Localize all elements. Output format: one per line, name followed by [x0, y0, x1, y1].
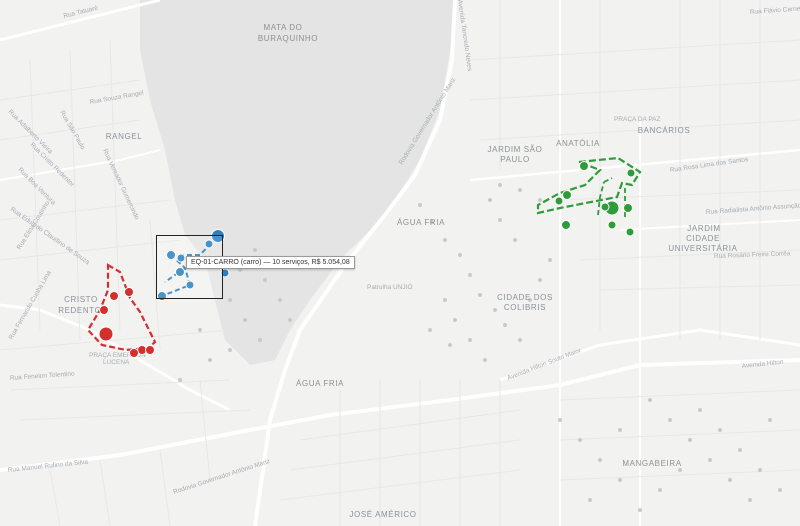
label-colibris: COLIBRIS: [504, 303, 546, 312]
green-stop[interactable]: [623, 203, 633, 213]
label-mangabeira: MANGABEIRA: [622, 459, 681, 468]
label-jose-americo: JOSÉ AMÉRICO: [349, 510, 416, 519]
label-patrulha: Patrulha UNJIÓ: [367, 282, 413, 291]
label-cristo: CRISTO: [64, 295, 98, 304]
route-tooltip: EQ-01-CARRO (carro) — 10 serviços, R$ 5.…: [186, 256, 355, 269]
label-cidade: CIDADE: [686, 234, 720, 243]
label-agua-fria-2: ÁGUA FRIA: [296, 379, 344, 388]
green-stop[interactable]: [562, 190, 572, 200]
base-map: MATA DO BURAQUINHO RANGEL CRISTO REDENTO…: [0, 0, 800, 526]
label-mata-do: MATA DO: [263, 23, 302, 32]
green-stop[interactable]: [554, 196, 564, 206]
red-stop[interactable]: [124, 287, 134, 297]
label-jardim-sao: JARDIM SÃO: [488, 145, 543, 154]
label-agua-fria-1: ÁGUA FRIA: [397, 218, 445, 227]
label-bancarios: BANCÁRIOS: [638, 126, 691, 135]
red-stop[interactable]: [109, 291, 119, 301]
label-anatolia: ANATÓLIA: [556, 139, 600, 148]
label-rangel: RANGEL: [106, 132, 143, 141]
label-lucena: LUCENA: [103, 359, 130, 366]
label-jardim: JARDIM: [687, 224, 720, 233]
map-canvas[interactable]: MATA DO BURAQUINHO RANGEL CRISTO REDENTO…: [0, 0, 800, 526]
red-stop[interactable]: [99, 305, 109, 315]
green-stop[interactable]: [600, 202, 610, 212]
green-stop[interactable]: [607, 220, 617, 230]
label-buraquinho: BURAQUINHO: [258, 34, 318, 43]
red-stop[interactable]: [145, 345, 155, 355]
green-stop[interactable]: [579, 161, 589, 171]
label-cidade-dos: CIDADE DOS: [497, 293, 553, 302]
green-stop[interactable]: [561, 220, 571, 230]
red-stop[interactable]: [129, 348, 139, 358]
green-stop[interactable]: [625, 227, 635, 237]
green-stop[interactable]: [626, 168, 636, 178]
label-praca-da-paz: PRAÇA DA PAZ: [614, 116, 661, 123]
red-stop[interactable]: [98, 326, 114, 342]
label-paulo: PAULO: [500, 155, 530, 164]
